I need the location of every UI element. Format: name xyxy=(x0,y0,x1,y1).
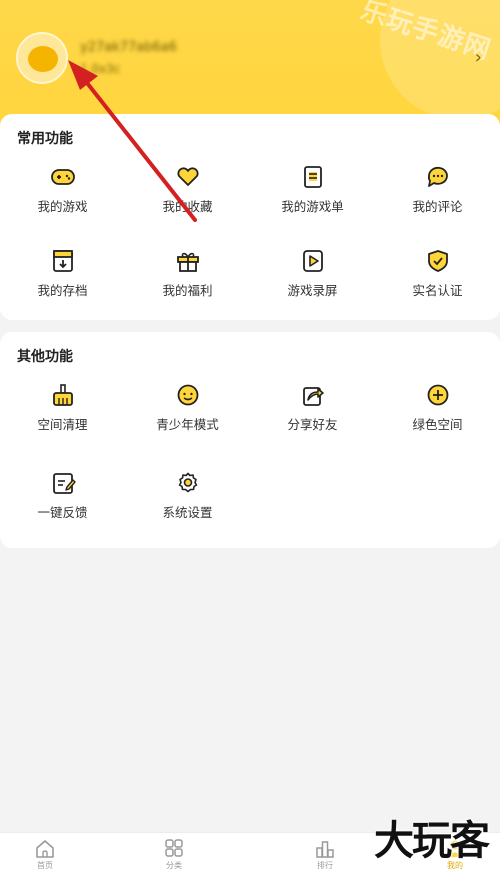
home-icon xyxy=(36,840,54,858)
ranking-icon xyxy=(316,841,334,858)
item-label: 绿色空间 xyxy=(412,417,463,432)
item-label: 我的收藏 xyxy=(162,199,213,214)
my-comments-button[interactable]: 我的评论 xyxy=(375,166,500,236)
item-label: 空间清理 xyxy=(37,417,88,432)
plus-circle-icon xyxy=(427,384,448,406)
comment-icon xyxy=(427,166,448,187)
gear-icon xyxy=(178,472,197,493)
user-id: 1,0x3c xyxy=(80,62,121,76)
save-archive-icon xyxy=(52,250,73,272)
game-recording-button[interactable]: 游戏录屏 xyxy=(250,250,375,320)
item-label: 游戏录屏 xyxy=(287,283,338,298)
tab-label: 首页 xyxy=(37,861,53,870)
record-play-icon xyxy=(302,250,323,272)
heart-icon xyxy=(177,167,198,186)
shield-check-icon xyxy=(427,250,448,272)
avatar[interactable] xyxy=(16,32,68,84)
grid-icon xyxy=(165,839,183,857)
item-label: 实名认证 xyxy=(412,283,463,298)
real-name-verification-button[interactable]: 实名认证 xyxy=(375,250,500,320)
tab-label: 分类 xyxy=(166,861,182,870)
teen-mode-button[interactable]: 青少年模式 xyxy=(125,384,250,454)
item-label: 一键反馈 xyxy=(37,505,88,520)
common-functions-card: 常用功能 我的游戏 我的收藏 我的游戏单 我的评论 我的存档 我的福利 游戏录屏… xyxy=(0,114,500,320)
gamepad-icon xyxy=(50,169,75,185)
gift-icon xyxy=(176,252,199,272)
avatar-face-icon xyxy=(28,46,58,72)
my-saves-button[interactable]: 我的存档 xyxy=(0,250,125,320)
my-benefits-button[interactable]: 我的福利 xyxy=(125,250,250,320)
tab-ranking[interactable]: 排行 xyxy=(290,839,360,871)
child-face-icon xyxy=(177,384,198,406)
my-game-list-button[interactable]: 我的游戏单 xyxy=(250,166,375,236)
user-name[interactable]: y27ak77ab6a6 xyxy=(80,40,177,55)
broom-icon xyxy=(52,384,73,406)
my-games-button[interactable]: 我的游戏 xyxy=(0,166,125,236)
item-label: 分享好友 xyxy=(287,417,338,432)
share-icon xyxy=(302,387,324,406)
green-space-button[interactable]: 绿色空间 xyxy=(375,384,500,454)
item-label: 青少年模式 xyxy=(156,417,219,432)
system-settings-button[interactable]: 系统设置 xyxy=(125,472,250,542)
section-title: 其他功能 xyxy=(17,349,73,365)
my-favorites-button[interactable]: 我的收藏 xyxy=(125,166,250,236)
item-label: 我的存档 xyxy=(37,283,88,298)
item-label: 我的评论 xyxy=(412,199,463,214)
feedback-edit-icon xyxy=(52,473,76,494)
other-functions-card: 其他功能 空间清理 青少年模式 分享好友 绿色空间 一键反馈 系统设置 xyxy=(0,332,500,548)
item-label: 系统设置 xyxy=(162,505,213,520)
space-cleanup-button[interactable]: 空间清理 xyxy=(0,384,125,454)
chevron-right-icon[interactable]: › xyxy=(475,47,482,68)
item-label: 我的游戏 xyxy=(37,199,88,214)
tab-label: 排行 xyxy=(317,861,333,870)
item-label: 我的福利 xyxy=(162,283,213,298)
list-doc-icon xyxy=(303,166,322,188)
one-click-feedback-button[interactable]: 一键反馈 xyxy=(0,472,125,542)
item-label: 我的游戏单 xyxy=(281,199,344,214)
share-friends-button[interactable]: 分享好友 xyxy=(250,384,375,454)
watermark-logo-text: 大玩客 xyxy=(374,817,490,864)
tab-home[interactable]: 首页 xyxy=(10,839,80,871)
tab-category[interactable]: 分类 xyxy=(139,839,209,871)
section-title: 常用功能 xyxy=(17,131,73,147)
